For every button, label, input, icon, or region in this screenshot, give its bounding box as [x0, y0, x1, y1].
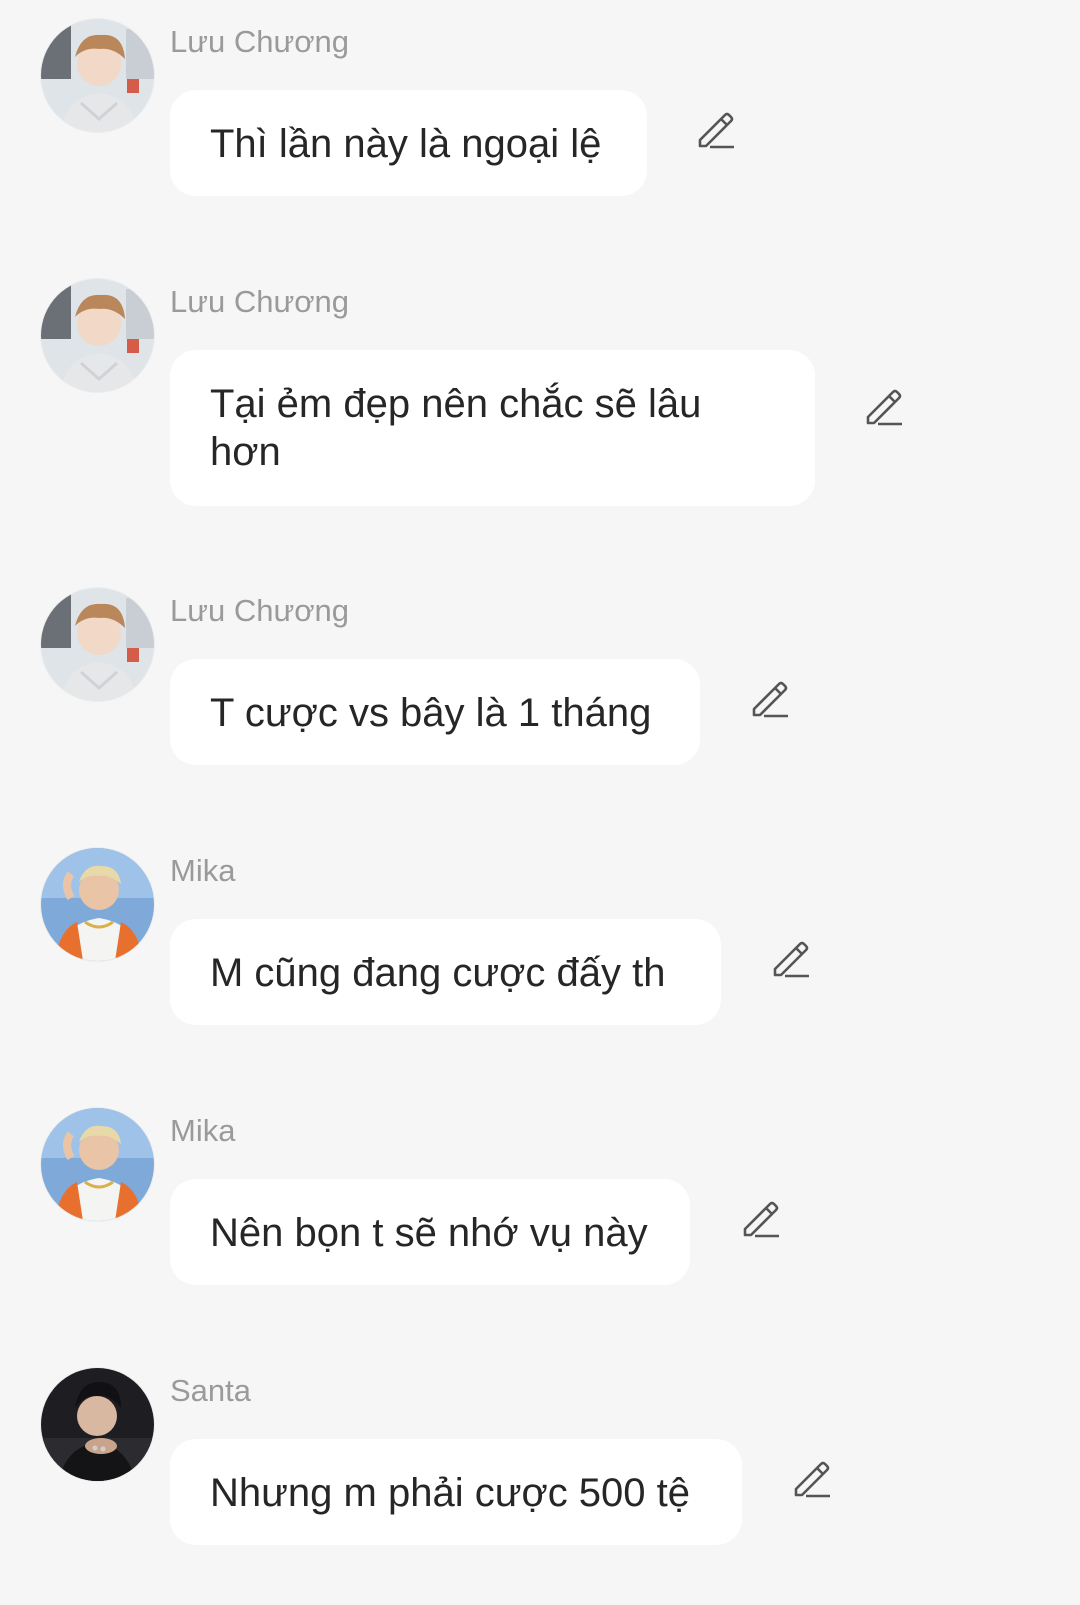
sender-name: Lưu Chương: [170, 24, 350, 59]
sender-name: Lưu Chương: [170, 284, 350, 319]
message-item: Mika Nên bọn t sẽ nhớ vụ này: [0, 1089, 1080, 1329]
sender-name: Santa: [170, 1373, 252, 1408]
message-text: Thì lần này là ngoại lệ: [210, 122, 602, 166]
chat-message-list: Lưu Chương Thì lần này là ngoại lệ Lưu C…: [0, 0, 1080, 1605]
message-bubble[interactable]: Tại ẻm đẹp nên chắc sẽ lâu hơn: [170, 350, 815, 506]
message-bubble[interactable]: Thì lần này là ngoại lệ: [170, 90, 647, 196]
sender-name: Mika: [170, 1113, 236, 1148]
message-item: Mika M cũng đang cược đấy th: [0, 829, 1080, 1069]
message-item: Santa Nhưng m phải cược 500 tệ: [0, 1349, 1080, 1589]
pencil-edit-icon[interactable]: [862, 385, 906, 429]
avatar[interactable]: [41, 1108, 154, 1221]
message-item: Lưu Chương Tại ẻm đẹp nên chắc sẽ lâu hơ…: [0, 260, 1080, 520]
message-text: M cũng đang cược đấy th: [210, 951, 666, 995]
avatar[interactable]: [41, 279, 154, 392]
pencil-edit-icon[interactable]: [790, 1457, 834, 1501]
avatar[interactable]: [41, 848, 154, 961]
message-bubble[interactable]: T cược vs bây là 1 tháng: [170, 659, 700, 765]
pencil-edit-icon[interactable]: [769, 937, 813, 981]
pencil-edit-icon[interactable]: [739, 1197, 783, 1241]
message-bubble[interactable]: M cũng đang cược đấy th: [170, 919, 721, 1025]
avatar[interactable]: [41, 1368, 154, 1481]
avatar[interactable]: [41, 588, 154, 701]
message-item: Lưu Chương T cược vs bây là 1 tháng: [0, 569, 1080, 809]
message-text: Nhưng m phải cược 500 tệ: [210, 1471, 691, 1515]
sender-name: Lưu Chương: [170, 593, 350, 628]
pencil-edit-icon[interactable]: [694, 108, 738, 152]
avatar[interactable]: [41, 19, 154, 132]
message-text: Tại ẻm đẹp nên chắc sẽ lâu hơn: [210, 382, 702, 474]
message-text: T cược vs bây là 1 tháng: [210, 691, 652, 735]
message-item: Lưu Chương Thì lần này là ngoại lệ: [0, 0, 1080, 240]
message-bubble[interactable]: Nhưng m phải cược 500 tệ: [170, 1439, 742, 1545]
pencil-edit-icon[interactable]: [748, 677, 792, 721]
message-bubble[interactable]: Nên bọn t sẽ nhớ vụ này: [170, 1179, 690, 1285]
sender-name: Mika: [170, 853, 236, 888]
message-text: Nên bọn t sẽ nhớ vụ này: [210, 1211, 648, 1255]
